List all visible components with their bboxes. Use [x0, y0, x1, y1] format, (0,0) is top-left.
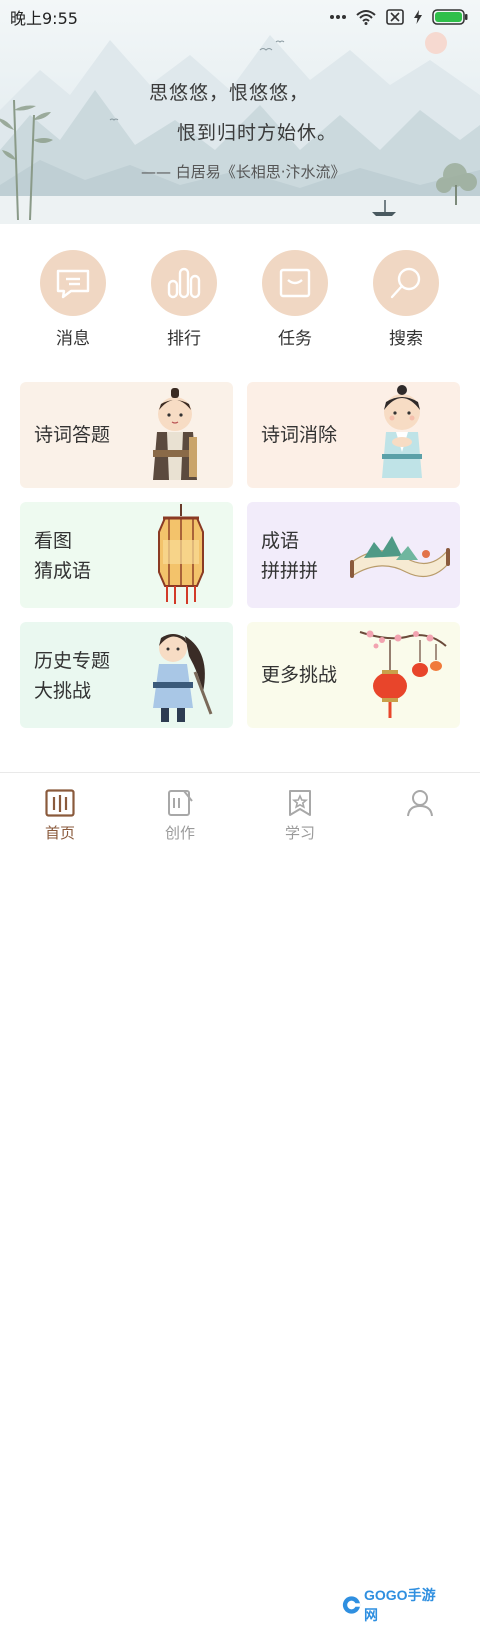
poem-banner: 晚上9:55 思悠悠，恨悠悠， 恨到归时方始休。 —— 白居易《长相思·汴水流》: [0, 0, 480, 224]
quick-actions: 消息 排行 任务 搜索: [0, 250, 480, 350]
card-title: 诗词答题: [34, 424, 111, 446]
poem-line-2: 恨到归时方始休。: [177, 122, 338, 144]
status-icons: [330, 9, 468, 25]
status-time: 晚上9:55: [10, 9, 78, 28]
ranking-icon: [167, 267, 201, 299]
card-picture-idiom[interactable]: 看图 猜成语: [20, 502, 233, 608]
card-title: 诗词消除: [261, 424, 338, 446]
watermark-logo-icon: [342, 1596, 361, 1614]
message-button[interactable]: [40, 250, 106, 316]
card-title: 历史专题 大挑战: [34, 646, 110, 706]
task-button[interactable]: [262, 250, 328, 316]
quick-action-ranking[interactable]: 排行: [139, 250, 229, 349]
swordsman-illustration: [153, 634, 213, 722]
poem-line-1: 思悠悠，恨悠悠，: [149, 82, 310, 104]
card-more-challenges[interactable]: 更多挑战: [247, 622, 460, 728]
nav-home-label: 首页: [44, 824, 75, 842]
card-idiom-puzzle[interactable]: 成语 拼拼拼: [247, 502, 460, 608]
quick-action-message[interactable]: 消息: [28, 250, 118, 349]
lantern-illustration: [158, 504, 204, 604]
create-pen-icon: [168, 790, 193, 816]
profile-person-icon: [407, 790, 433, 817]
ranking-button[interactable]: [151, 250, 217, 316]
card-title: 更多挑战: [261, 664, 338, 686]
more-dots-icon: [330, 15, 346, 19]
wifi-icon: [356, 10, 376, 25]
card-history-challenge[interactable]: 历史专题 大挑战: [20, 622, 233, 728]
message-icon: [56, 269, 90, 299]
boy-scholar-illustration: [382, 385, 422, 478]
status-bar: 晚上9:55: [0, 0, 480, 34]
card-title-line-1: 历史专题: [34, 650, 111, 672]
poem-source: —— 白居易《长相思·汴水流》: [141, 163, 346, 181]
search-icon: [390, 267, 421, 299]
quick-action-search[interactable]: 搜索: [361, 250, 451, 349]
charging-icon: [414, 10, 422, 24]
nav-create[interactable]: 创作: [130, 789, 230, 843]
battery-icon: [432, 9, 468, 25]
message-label: 消息: [56, 329, 90, 349]
card-poetry-quiz[interactable]: 诗词答题: [20, 382, 233, 488]
bottom-nav: 首页 创作 学习 GOGO手游网: [0, 772, 480, 1623]
no-sim-icon: [386, 9, 404, 25]
plum-blossom-lantern-illustration: [359, 630, 447, 718]
card-title-line-2: 大挑战: [34, 680, 92, 702]
card-title: 看图 猜成语: [34, 526, 91, 586]
quick-action-task[interactable]: 任务: [250, 250, 340, 349]
search-label: 搜索: [389, 329, 423, 349]
ranking-label: 排行: [167, 329, 201, 349]
scholar-illustration: [153, 388, 197, 480]
card-title: 成语 拼拼拼: [261, 526, 318, 586]
task-icon: [279, 268, 311, 298]
search-button[interactable]: [373, 250, 439, 316]
card-title-line-2: 猜成语: [34, 560, 92, 582]
nav-home[interactable]: 首页: [10, 789, 110, 843]
nav-study[interactable]: 学习: [250, 789, 350, 843]
card-title-line-2: 拼拼拼: [261, 560, 319, 582]
watermark: GOGO手游网: [342, 1587, 438, 1623]
nav-profile[interactable]: [370, 789, 470, 817]
study-star-icon: [289, 790, 311, 816]
nav-study-label: 学习: [284, 824, 315, 842]
scroll-landscape-illustration: [350, 536, 450, 578]
card-title-line-1: 看图: [34, 530, 73, 552]
nav-create-label: 创作: [164, 824, 195, 842]
watermark-text: GOGO手游网: [364, 1587, 436, 1623]
task-label: 任务: [278, 329, 312, 349]
home-book-icon: [45, 789, 75, 817]
card-poetry-elimination[interactable]: 诗词消除: [247, 382, 460, 488]
card-title-line-1: 成语: [261, 530, 300, 552]
